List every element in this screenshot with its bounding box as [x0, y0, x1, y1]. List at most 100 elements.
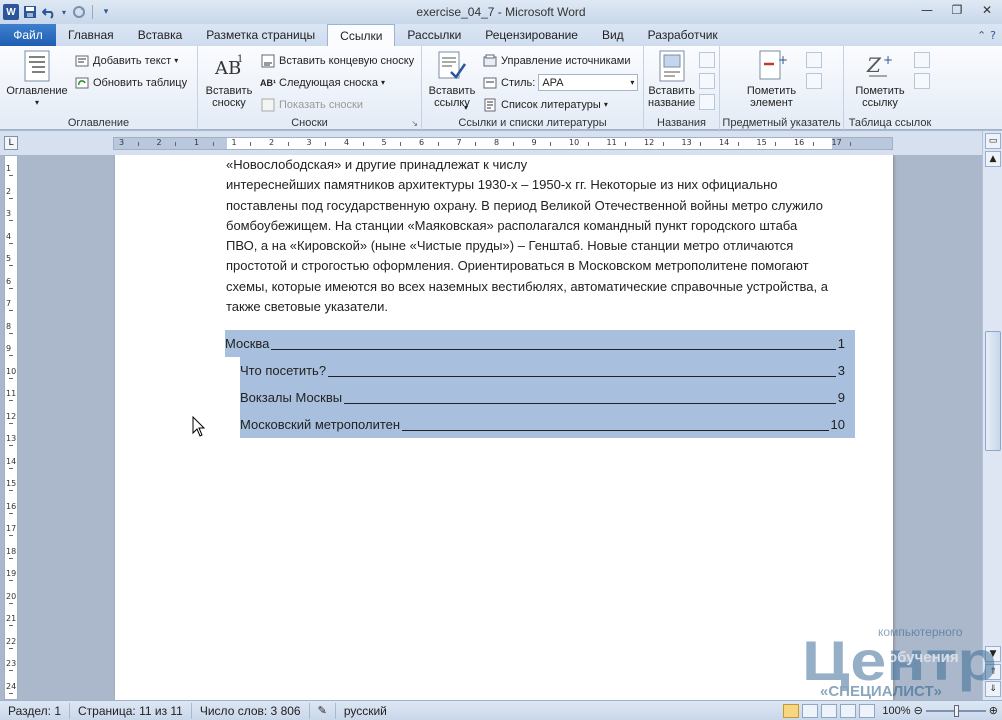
ruler-tick	[325, 142, 327, 146]
zoom-slider-thumb[interactable]	[953, 704, 959, 717]
manage-sources-button[interactable]: Управление источниками	[482, 51, 638, 70]
zoom-slider[interactable]	[925, 704, 986, 717]
ribbon-tabs: Файл Главная Вставка Разметка страницы С…	[0, 24, 1002, 47]
svg-text:+: +	[883, 53, 893, 67]
outline-view-icon[interactable]	[840, 703, 857, 718]
ruler-number: 1	[231, 138, 237, 147]
help-icon[interactable]: ?	[990, 29, 996, 42]
vertical-ruler[interactable]: 1 2 3 4 5 6 7 8 9 10 11 12 13 14 15 16 17 18 19 20 21 22 23 24	[4, 155, 18, 700]
minimize-icon[interactable]: —	[912, 0, 942, 20]
quick-access-toolbar: W ▾ ▾	[0, 0, 114, 24]
ruler-tick	[512, 142, 514, 146]
insert-endnote-button[interactable]: Вставить концевую сноску	[260, 51, 414, 70]
horizontal-ruler[interactable]: 3 2 1 1 2 3 4 5 6 7 8 9 10 11 12 13 14 15 16 17	[113, 137, 893, 150]
vruler-tick	[9, 310, 13, 312]
document-area[interactable]: «Новослободская» и другие принадлежат к …	[20, 155, 982, 700]
customize-icon[interactable]: ▾	[98, 4, 114, 20]
table-of-contents[interactable]: Москва 1 Что посетить? 3 Вокзалы Москвы …	[225, 330, 855, 438]
style-dropdown[interactable]: APA ▾	[538, 74, 639, 91]
update-table-button[interactable]: Обновить таблицу	[74, 73, 187, 92]
add-text-button[interactable]: Добавить текст ▾	[74, 51, 187, 70]
word-icon[interactable]: W	[3, 4, 19, 20]
dropdown-arrow-icon: ▾	[34, 98, 39, 107]
ruler-tick	[362, 142, 364, 146]
vruler-number: 11	[6, 389, 17, 398]
dropdown-arrow-icon[interactable]: ▾	[60, 4, 68, 20]
close-icon[interactable]: ✕	[972, 0, 1002, 20]
status-section[interactable]: Раздел: 1	[0, 702, 71, 719]
status-language[interactable]: русский	[336, 703, 395, 719]
toc-entry-label: Москва	[225, 336, 270, 351]
ruler-tick	[775, 142, 777, 146]
ruler-tick	[625, 142, 627, 146]
zoom-in-icon[interactable]: ⊕	[989, 704, 998, 717]
tab-developer[interactable]: Разработчик	[636, 24, 730, 46]
maximize-icon[interactable]: ❐	[942, 0, 972, 20]
spelling-check-icon[interactable]: ✎	[310, 702, 336, 719]
status-page[interactable]: Страница: 11 из 11	[70, 702, 192, 719]
ribbon-controls: ⌃ ?	[977, 24, 1002, 46]
cross-reference-icon[interactable]	[699, 94, 716, 110]
toc-entry[interactable]: Вокзалы Москвы 9	[225, 384, 855, 411]
tab-view[interactable]: Вид	[590, 24, 636, 46]
ruler-tick	[587, 142, 589, 146]
draft-view-icon[interactable]	[859, 703, 876, 718]
status-word-count[interactable]: Число слов: 3 806	[192, 702, 310, 719]
ruler-number: 10	[569, 138, 580, 147]
vertical-scrollbar[interactable]: ▭ ▲ ▼ ⇑ ⇓	[982, 131, 1002, 700]
vruler-tick	[9, 265, 13, 267]
insert-index-icon[interactable]	[805, 52, 822, 68]
print-layout-view-icon[interactable]	[783, 703, 800, 718]
ruler-toggle-icon[interactable]: ▭	[985, 133, 1001, 149]
tab-review[interactable]: Рецензирование	[473, 24, 590, 46]
ruler-tick	[850, 142, 852, 146]
insert-table-of-figures-icon[interactable]	[699, 52, 716, 68]
vruler-tick	[9, 490, 13, 492]
ruler-number: 17	[831, 138, 842, 147]
zoom-out-icon[interactable]: ⊖	[914, 704, 923, 717]
web-layout-view-icon[interactable]	[821, 703, 838, 718]
text-line: также световые указатели.	[226, 299, 388, 315]
zoom-level[interactable]: 100%	[882, 705, 910, 717]
minimize-ribbon-icon[interactable]: ⌃	[977, 29, 986, 42]
next-footnote-button[interactable]: AB¹ Следующая сноска ▾	[260, 73, 414, 92]
save-icon[interactable]	[22, 4, 38, 20]
text-line: «Новослободская» и другие принадлежат к …	[226, 157, 528, 172]
tab-file[interactable]: Файл	[0, 24, 56, 46]
toc-entry[interactable]: Московский метрополитен 10	[225, 411, 855, 438]
vruler-number: 1	[6, 164, 12, 173]
toc-entry[interactable]: Москва 1	[225, 330, 855, 357]
toc-page-number: 10	[830, 417, 845, 432]
vruler-tick	[9, 692, 13, 694]
toc-entry[interactable]: Что посетить? 3	[225, 357, 855, 384]
tab-page-layout[interactable]: Разметка страницы	[194, 24, 327, 46]
tab-insert[interactable]: Вставка	[126, 24, 195, 46]
show-notes-button[interactable]: Показать сноски	[260, 95, 414, 114]
insert-table-of-authorities-icon[interactable]	[914, 52, 930, 68]
document-page[interactable]: «Новослободская» и другие принадлежат к …	[115, 155, 893, 700]
undo-icon[interactable]	[41, 4, 57, 20]
dropdown-arrow-icon: ▾	[603, 100, 608, 109]
next-footnote-icon: AB¹	[260, 77, 276, 88]
vruler-tick	[9, 242, 13, 244]
update-table-of-figures-icon[interactable]	[699, 73, 716, 89]
vruler-tick	[9, 647, 13, 649]
full-screen-reading-view-icon[interactable]	[802, 703, 819, 718]
bibliography-button[interactable]: Список литературы ▾	[482, 95, 638, 114]
vruler-number: 5	[6, 254, 12, 263]
scrollbar-thumb[interactable]	[985, 331, 1001, 451]
tab-selector-icon[interactable]: L	[4, 136, 18, 150]
scroll-up-icon[interactable]: ▲	[985, 151, 1001, 167]
dialog-launcher-icon[interactable]: ↘	[411, 119, 418, 128]
redo-icon[interactable]	[71, 4, 87, 20]
text-line: бомбоубежищем. На станции «Маяковская» р…	[226, 217, 798, 233]
tab-mailings[interactable]: Рассылки	[395, 24, 473, 46]
toc-leader	[402, 418, 829, 431]
toc-page-number: 1	[837, 336, 845, 351]
tab-home[interactable]: Главная	[56, 24, 126, 46]
tab-references[interactable]: Ссылки	[327, 24, 396, 47]
update-table-of-authorities-icon[interactable]	[914, 73, 930, 89]
update-index-icon[interactable]	[805, 73, 822, 89]
vruler-number: 17	[6, 524, 17, 533]
body-paragraph[interactable]: «Новослободская» и другие принадлежат к …	[226, 155, 836, 317]
